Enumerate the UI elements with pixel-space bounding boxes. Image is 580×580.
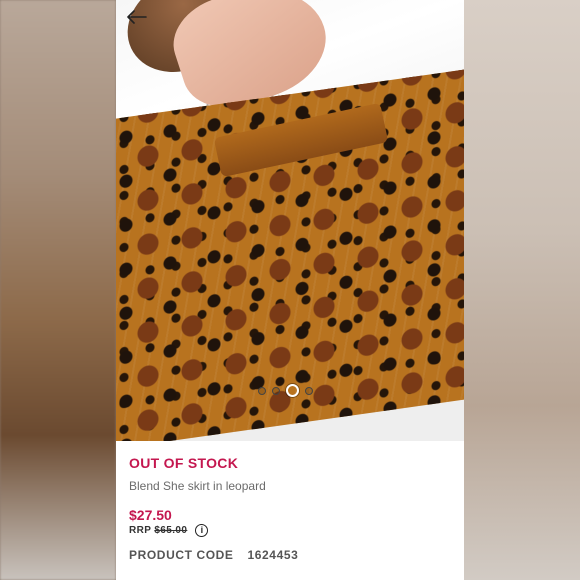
carousel-dot-1[interactable] xyxy=(258,386,266,395)
product-price: $27.50 xyxy=(129,507,172,523)
product-screen: OUT OF STOCK Blend She skirt in leopard … xyxy=(116,0,464,580)
rrp-text: RRP $65.00 xyxy=(129,525,187,536)
info-icon[interactable]: i xyxy=(195,524,209,537)
carousel-dot-4[interactable] xyxy=(305,386,313,395)
rrp-row: RRP $65.00 i xyxy=(129,524,449,537)
product-name: Blend She skirt in leopard xyxy=(129,479,266,493)
back-arrow-icon xyxy=(127,10,147,24)
blurred-background-left xyxy=(0,0,116,580)
rrp-value: $65.00 xyxy=(154,525,188,536)
product-code-row: PRODUCT CODE 1624453 xyxy=(129,548,449,562)
stock-status: OUT OF STOCK xyxy=(129,455,239,471)
back-button[interactable] xyxy=(122,4,152,30)
rrp-label: RRP xyxy=(129,525,152,536)
product-image[interactable] xyxy=(116,0,464,441)
blurred-background-right xyxy=(464,0,580,580)
carousel-indicator xyxy=(258,384,313,397)
carousel-dot-2[interactable] xyxy=(272,386,280,395)
product-code-value: 1624453 xyxy=(247,548,299,562)
product-info: OUT OF STOCK Blend She skirt in leopard … xyxy=(129,455,449,562)
carousel-dot-3-active[interactable] xyxy=(286,384,299,397)
product-code-label: PRODUCT CODE xyxy=(129,548,234,562)
